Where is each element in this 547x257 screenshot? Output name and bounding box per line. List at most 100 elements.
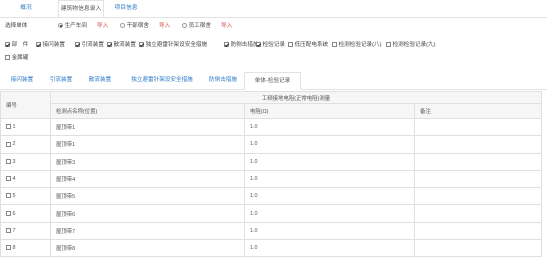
unit-option-3[interactable]: 员工宿舍 <box>182 22 211 30</box>
remark-cell[interactable] <box>414 204 542 223</box>
location-cell[interactable]: 屋顶带5 <box>50 187 245 206</box>
part-label: 接闪装置 <box>42 42 65 48</box>
checkbox-icon[interactable] <box>6 193 11 199</box>
subtab-inspection-record[interactable]: 单体-检验记录 <box>244 72 301 90</box>
checkbox-icon[interactable] <box>288 42 293 48</box>
checkbox-icon[interactable] <box>6 158 11 164</box>
checkbox-icon[interactable] <box>107 42 112 48</box>
resistance-cell[interactable]: 1.0 <box>244 135 415 154</box>
part-item-4[interactable]: 独立避雷针架设安全措施 <box>139 41 207 49</box>
tab-building-info-entry[interactable]: 建筑物信息录入 <box>58 0 104 17</box>
checkbox-icon[interactable] <box>139 42 144 48</box>
row-number: 1 <box>12 124 16 131</box>
table-row: 4 屋顶带4 1.0 <box>0 169 542 189</box>
radio-icon[interactable] <box>58 23 63 29</box>
location-cell[interactable]: 屋顶带8 <box>50 239 245 257</box>
checkbox-icon[interactable] <box>75 42 80 48</box>
location-cell[interactable]: 屋顶带4 <box>50 169 245 189</box>
remark-cell[interactable] <box>414 169 542 189</box>
subtab-air-terminal[interactable]: 接闪装置 <box>3 72 41 89</box>
location-cell[interactable]: 屋顶带7 <box>50 221 245 241</box>
resistance-cell[interactable]: 1.0 <box>244 204 415 223</box>
checkbox-icon[interactable] <box>36 42 41 48</box>
resistance-cell[interactable]: 1.0 <box>244 169 415 189</box>
part-label: 检验记录 <box>262 42 285 48</box>
inspection-record-table: 编号 工频接地电阻(正常电阻)测量 检测点名称(位置) 电阻(Ω) 备注 1 屋… <box>0 90 542 257</box>
checkbox-icon[interactable] <box>6 124 11 130</box>
part-item-5[interactable]: 防侧击措施 <box>224 41 259 49</box>
subtab-down-conductor[interactable]: 引流装置 <box>42 72 80 89</box>
row-number-cell[interactable]: 4 <box>0 169 51 189</box>
row-number: 3 <box>12 158 16 165</box>
location-cell[interactable]: 屋顶带3 <box>50 152 245 171</box>
checkbox-icon[interactable] <box>224 42 229 48</box>
part-item-2[interactable]: 引流装置 <box>75 41 104 49</box>
part-item-1[interactable]: 接闪装置 <box>36 41 65 49</box>
part-label: 金属罐 <box>11 55 29 61</box>
checkbox-icon[interactable] <box>6 141 11 147</box>
part-item-8[interactable]: 检测检验记录(八) <box>332 41 381 49</box>
checkbox-icon[interactable] <box>5 42 10 48</box>
sub-tab-bar: 接闪装置 引流装置 散流装置 独立避雷针架设安全措施 防侧击措施 单体-检验记录 <box>0 72 547 90</box>
tab-overview[interactable]: 概况 <box>7 0 45 17</box>
subtab-side-flash[interactable]: 防侧击措施 <box>205 72 241 89</box>
part-label: 独立避雷针架设安全措施 <box>145 42 208 48</box>
row-number-cell[interactable]: 2 <box>0 135 51 154</box>
remark-cell[interactable] <box>414 117 542 137</box>
unit-option-2[interactable]: 干部宿舍 <box>120 22 149 30</box>
part-item-7[interactable]: 低压配电系统 <box>288 41 328 49</box>
part-item-3[interactable]: 散流装置 <box>107 41 136 49</box>
location-cell[interactable]: 屋顶带6 <box>50 204 245 223</box>
resistance-cell[interactable]: 1.0 <box>244 117 415 137</box>
table-row: 5 屋顶带5 1.0 <box>0 187 542 206</box>
part-label: 低压配电系统 <box>294 42 329 48</box>
table-row: 1 屋顶带1 1.0 <box>0 117 542 137</box>
group-header: 工频接地电阻(正常电阻)测量 <box>50 90 542 105</box>
checkbox-icon[interactable] <box>5 55 10 61</box>
radio-icon[interactable] <box>182 23 187 29</box>
part-item-6[interactable]: 检验记录 <box>256 41 285 49</box>
row-number: 5 <box>12 193 16 200</box>
top-tab-bar: 概况 建筑物信息录入 项目信息 <box>0 0 547 18</box>
table-row: 6 屋顶带6 1.0 <box>0 204 542 223</box>
location-cell[interactable]: 屋顶带1 <box>50 135 245 154</box>
import-link-3[interactable]: 导入 <box>221 22 232 30</box>
subtab-earth-termination[interactable]: 散流装置 <box>81 72 119 89</box>
resistance-cell[interactable]: 1.0 <box>244 239 415 257</box>
part-item-10[interactable]: 金属罐 <box>5 54 28 62</box>
select-unit-label: 选择单体 <box>5 23 28 29</box>
part-item-9[interactable]: 检测检验记录(九) <box>386 41 435 49</box>
checkbox-icon[interactable] <box>332 42 337 48</box>
location-cell[interactable]: 屋顶带1 <box>50 117 245 137</box>
resistance-cell[interactable]: 1.0 <box>244 187 415 206</box>
remark-cell[interactable] <box>414 239 542 257</box>
row-number-cell[interactable]: 6 <box>0 204 51 223</box>
remark-cell[interactable] <box>414 187 542 206</box>
checkbox-icon[interactable] <box>386 42 391 48</box>
parts-select-all[interactable]: 部 件 <box>5 41 28 49</box>
radio-icon[interactable] <box>120 23 125 29</box>
row-number-cell[interactable]: 3 <box>0 152 51 171</box>
subtab-lightning-rod-safety[interactable]: 独立避雷针架设安全措施 <box>120 72 204 89</box>
remark-cell[interactable] <box>414 152 542 171</box>
row-number-cell[interactable]: 7 <box>0 221 51 241</box>
import-link-2[interactable]: 导入 <box>159 22 170 30</box>
row-number-cell[interactable]: 1 <box>0 117 51 137</box>
tab-project-info[interactable]: 项目信息 <box>108 0 144 17</box>
resistance-cell[interactable]: 1.0 <box>244 221 415 241</box>
unit-option-label: 生产车间 <box>64 23 87 29</box>
import-link-1[interactable]: 导入 <box>97 22 108 30</box>
parts-label: 部 件 <box>11 42 29 48</box>
checkbox-icon[interactable] <box>6 176 11 182</box>
resistance-cell[interactable]: 1.0 <box>244 152 415 171</box>
row-number-cell[interactable]: 8 <box>0 239 51 257</box>
row-number-cell[interactable]: 5 <box>0 187 51 206</box>
remark-cell[interactable] <box>414 221 542 241</box>
checkbox-icon[interactable] <box>6 210 11 216</box>
remark-cell[interactable] <box>414 135 542 154</box>
row-number: 6 <box>12 210 16 217</box>
checkbox-icon[interactable] <box>256 42 261 48</box>
unit-option-1[interactable]: 生产车间 <box>58 22 87 30</box>
checkbox-icon[interactable] <box>6 228 11 233</box>
checkbox-icon[interactable] <box>6 245 11 251</box>
